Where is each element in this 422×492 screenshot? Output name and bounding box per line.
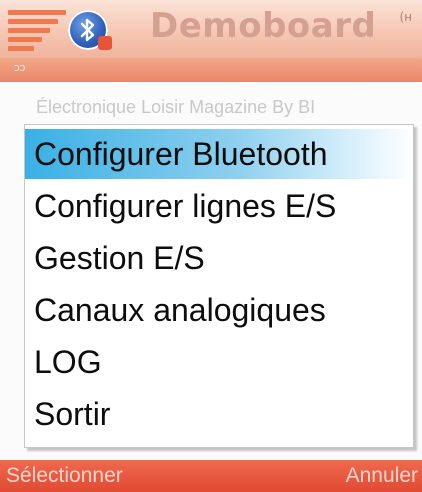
softkey-bar: Sélectionner Annuler — [0, 460, 422, 492]
menu-item-sortir[interactable]: Sortir — [25, 389, 413, 439]
title-bar: Demoboard (ʜ — [0, 0, 422, 58]
menu-item-configurer-lignes[interactable]: Configurer lignes E/S — [25, 181, 413, 231]
status-strip: ƆƆ — [0, 58, 422, 82]
status-glyph: ƆƆ — [14, 64, 26, 73]
menu-item-canaux-analogiques[interactable]: Canaux analogiques — [25, 285, 413, 335]
menu-item-log[interactable]: LOG — [25, 337, 413, 387]
select-softkey[interactable]: Sélectionner — [6, 464, 123, 488]
menu-item-configurer-bluetooth[interactable]: Configurer Bluetooth — [25, 129, 413, 179]
options-menu: Configurer Bluetooth Configurer lignes E… — [24, 124, 414, 448]
background-text: Électronique Loisir Magazine By BI — [36, 97, 316, 117]
menu-item-gestion-es[interactable]: Gestion E/S — [25, 233, 413, 283]
app-badge-icon — [98, 36, 112, 50]
signal-indicator: (ʜ — [399, 10, 412, 24]
cancel-softkey[interactable]: Annuler — [346, 464, 418, 488]
app-title: Demoboard — [150, 6, 377, 46]
